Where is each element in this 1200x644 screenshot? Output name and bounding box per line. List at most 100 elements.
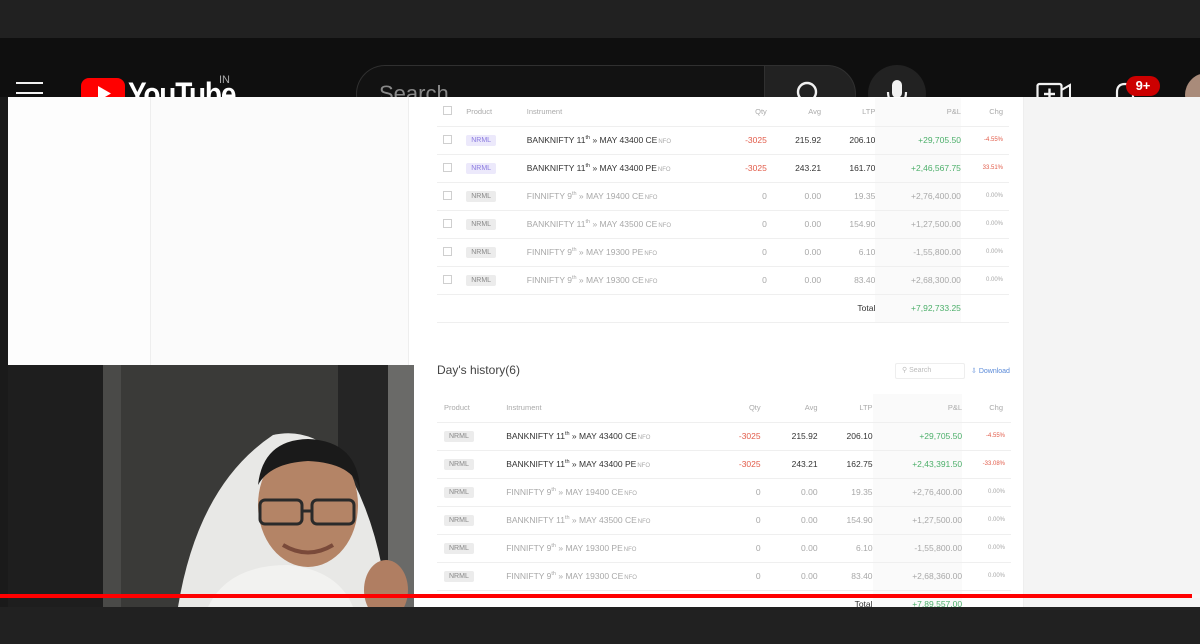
instrument-contract: MAY 19300 CE xyxy=(583,275,644,285)
product-tag: NRML xyxy=(444,543,474,554)
col-product: Product xyxy=(466,98,527,127)
table-row[interactable]: NRML BANKNIFTY 11th » MAY 43400 CENFO -302… xyxy=(437,422,1011,451)
qty-cell: -3025 xyxy=(735,154,767,183)
pnl-cell: +2,76,400.00 xyxy=(872,478,963,507)
product-tag: NRML xyxy=(444,459,474,470)
presenter-image xyxy=(8,365,414,607)
instrument-cell: FINNIFTY 9th » MAY 19300 CENFO xyxy=(506,562,710,591)
row-checkbox[interactable] xyxy=(443,218,452,228)
total-value: +7,92,733.25 xyxy=(875,294,961,323)
instrument-symbol: FINNIFTY 9 xyxy=(526,275,572,285)
table-row[interactable]: NRML BANKNIFTY 11th » MAY 43500 CENFO 0 0.0… xyxy=(437,506,1011,535)
video-progress-bar[interactable] xyxy=(0,594,1200,598)
pnl-cell: -1,55,800.00 xyxy=(875,238,961,267)
product-tag: NRML xyxy=(466,219,497,230)
select-all-checkbox[interactable] xyxy=(443,106,452,116)
notification-count-badge: 9+ xyxy=(1126,76,1160,96)
product-cell: NRML xyxy=(437,422,507,451)
instrument-symbol: BANKNIFTY 11 xyxy=(506,515,565,525)
pnl-cell: +1,27,500.00 xyxy=(875,210,961,239)
product-cell: NRML xyxy=(466,182,527,211)
day-history-search-placeholder: Search xyxy=(909,367,932,374)
day-history-title: Day's history(6) xyxy=(437,363,520,377)
instrument-symbol: BANKNIFTY 11 xyxy=(506,459,565,469)
table-row[interactable]: NRML FINNIFTY 9th » MAY 19300 CENFO 0 0.00 8… xyxy=(437,266,1009,295)
product-tag: NRML xyxy=(444,515,474,526)
exchange-label: NFO xyxy=(657,167,671,173)
instrument-expiry-suffix: th xyxy=(585,219,591,226)
blank-cell xyxy=(960,294,1009,323)
product-tag: NRML xyxy=(444,571,474,582)
exchange-label: NFO xyxy=(624,575,637,581)
row-checkbox[interactable] xyxy=(443,134,452,144)
table-row[interactable]: NRML BANKNIFTY 11th » MAY 43400 CENFO -302… xyxy=(437,126,1009,155)
table-row[interactable]: NRML BANKNIFTY 11th » MAY 43400 PENFO -302… xyxy=(437,450,1011,479)
instrument-expiry-suffix: th xyxy=(571,247,577,254)
video-progress-played xyxy=(0,594,1192,598)
hist-col-product: Product xyxy=(437,394,507,423)
product-cell: NRML xyxy=(437,478,507,507)
instrument-symbol: BANKNIFTY 11 xyxy=(526,219,586,229)
qty-cell: 0 xyxy=(709,534,761,563)
col-instrument: Instrument xyxy=(526,98,736,127)
table-row[interactable]: NRML FINNIFTY 9th » MAY 19300 PENFO 0 0.00 6… xyxy=(437,238,1009,267)
row-checkbox-cell xyxy=(437,126,467,155)
table-row[interactable]: NRML FINNIFTY 9th » MAY 19300 CENFO 0 0.00 8… xyxy=(437,562,1011,591)
instrument-cell: FINNIFTY 9th » MAY 19300 PENFO xyxy=(506,534,710,563)
instrument-contract: MAY 19400 CE xyxy=(583,191,644,201)
day-history-table: Product Instrument Qty Avg LTP P&L Chg N… xyxy=(437,394,1011,607)
chg-cell: 0.00% xyxy=(962,534,1011,563)
table-row[interactable]: NRML BANKNIFTY 11th » MAY 43500 CENFO 0 0.0… xyxy=(437,210,1009,239)
pnl-cell: +2,43,391.50 xyxy=(872,450,963,479)
pnl-cell: +2,68,300.00 xyxy=(875,266,961,295)
pnl-cell: +29,705.50 xyxy=(872,422,963,451)
blank-cell xyxy=(962,590,1011,607)
product-cell: NRML xyxy=(466,266,527,295)
instrument-expiry-suffix: th xyxy=(551,543,556,550)
instrument-contract: MAY 19400 CE xyxy=(563,487,624,497)
table-row[interactable]: NRML FINNIFTY 9th » MAY 19400 CENFO 0 0.00 1… xyxy=(437,478,1011,507)
day-history-search-input[interactable]: ⚲ Search xyxy=(895,363,965,379)
table-row[interactable]: NRML BANKNIFTY 11th » MAY 43400 PENFO -302… xyxy=(437,154,1009,183)
row-checkbox[interactable] xyxy=(443,162,452,172)
instrument-cell: FINNIFTY 9th » MAY 19400 CENFO xyxy=(506,478,710,507)
row-checkbox-cell xyxy=(437,210,467,239)
qty-cell: 0 xyxy=(735,266,767,295)
row-checkbox[interactable] xyxy=(443,246,452,256)
pnl-cell: +29,705.50 xyxy=(875,126,961,155)
exchange-label: NFO xyxy=(644,279,658,285)
instrument-cell: BANKNIFTY 11th » MAY 43400 PENFO xyxy=(506,450,710,479)
instrument-cell: FINNIFTY 9th » MAY 19300 PENFO xyxy=(526,238,736,267)
table-row[interactable]: NRML FINNIFTY 9th » MAY 19300 PENFO 0 0.00 6… xyxy=(437,534,1011,563)
instrument-symbol: BANKNIFTY 11 xyxy=(506,431,565,441)
table-row[interactable]: NRML FINNIFTY 9th » MAY 19400 CENFO 0 0.00 1… xyxy=(437,182,1009,211)
hist-col-qty: Qty xyxy=(709,394,761,423)
product-cell: NRML xyxy=(437,450,507,479)
row-checkbox-cell xyxy=(437,154,467,183)
ltp-cell: 83.40 xyxy=(821,266,876,295)
pnl-cell: +2,76,400.00 xyxy=(875,182,961,211)
day-history-download-link[interactable]: ⇩ Download xyxy=(971,367,1010,375)
ltp-cell: 154.90 xyxy=(821,210,876,239)
blank-cell xyxy=(760,590,818,607)
product-cell: NRML xyxy=(466,210,527,239)
instrument-contract: MAY 43500 CE xyxy=(576,515,637,525)
instrument-expiry-suffix: th xyxy=(564,459,570,466)
instrument-symbol: BANKNIFTY 11 xyxy=(526,135,586,145)
blank-cell xyxy=(735,294,767,323)
instrument-symbol: BANKNIFTY 11 xyxy=(526,163,586,173)
avg-cell: 243.21 xyxy=(760,450,818,479)
product-cell: NRML xyxy=(466,154,527,183)
instrument-contract: MAY 19300 PE xyxy=(563,543,623,553)
video-player[interactable]: Product Instrument Qty Avg LTP P&L Chg N… xyxy=(0,97,1200,607)
product-tag: NRML xyxy=(466,275,497,286)
ltp-cell: 162.75 xyxy=(817,450,873,479)
qty-cell: 0 xyxy=(709,506,761,535)
pnl-cell: +1,27,500.00 xyxy=(872,506,963,535)
row-checkbox[interactable] xyxy=(443,190,452,200)
instrument-cell: BANKNIFTY 11th » MAY 43500 CENFO xyxy=(526,210,736,239)
row-checkbox-cell xyxy=(437,238,467,267)
row-checkbox[interactable] xyxy=(443,274,452,284)
instrument-cell: BANKNIFTY 11th » MAY 43400 PENFO xyxy=(526,154,736,183)
pnl-cell: -1,55,800.00 xyxy=(872,534,963,563)
